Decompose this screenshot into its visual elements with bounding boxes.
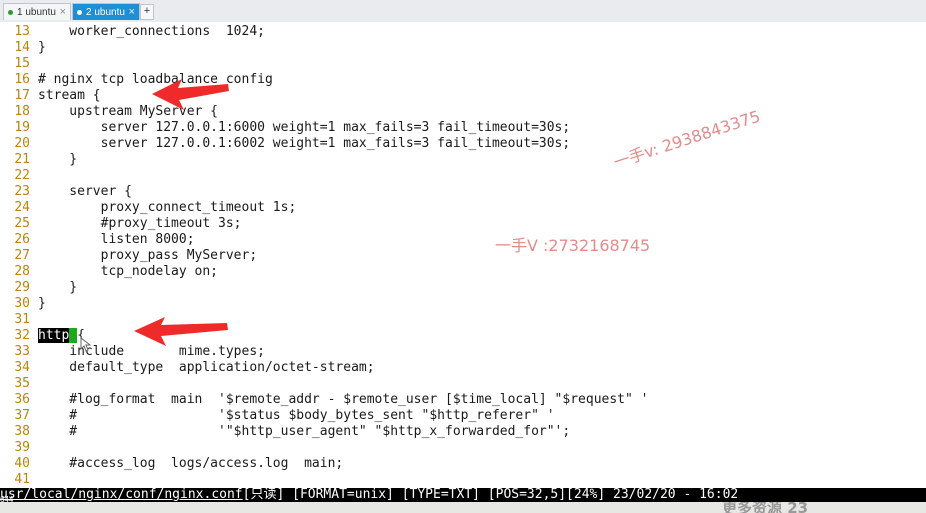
watermark-contact: 一手V :2732168745 — [495, 236, 651, 255]
side-counter: 644 — [0, 495, 14, 504]
annotation-arrow-http — [134, 317, 228, 346]
bottom-caption: 更多资源 23 — [722, 502, 809, 513]
status-info: [FORMAT=unix] [TYPE=TXT] [POS=32,5][24%]… — [284, 488, 739, 502]
bottom-strip: 更多资源 23 — [0, 502, 926, 513]
editor-status-line: usr/local/nginx/conf/nginx.conf[只读] [FOR… — [0, 488, 926, 502]
mouse-pointer-icon — [80, 337, 92, 352]
readonly-flag: [只读] — [242, 488, 285, 502]
file-path: usr/local/nginx/conf/nginx.conf — [0, 488, 243, 502]
